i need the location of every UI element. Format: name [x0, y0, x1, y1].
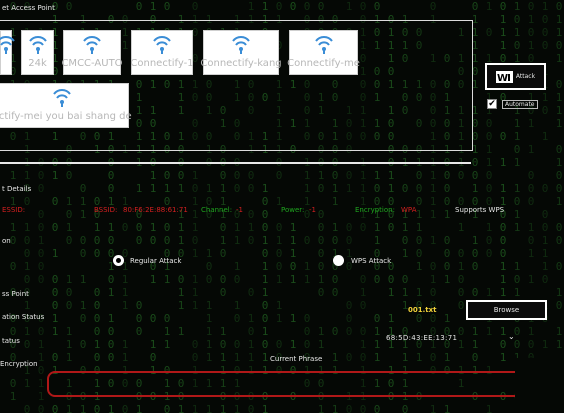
- wifi-icon: [0, 36, 15, 54]
- power-value: -1: [309, 206, 316, 214]
- wordlist-filename: 001.txt: [408, 306, 437, 314]
- wifi-icon: [83, 36, 101, 54]
- station-mac: 68:5D:43:EE:13:71: [386, 334, 458, 342]
- automate-label: Automate: [502, 100, 538, 109]
- regular-attack-label: Regular Attack: [130, 257, 182, 265]
- attack-button[interactable]: W Attack: [485, 63, 546, 90]
- wifi-icon: [314, 36, 333, 54]
- wifi-icon: [232, 36, 250, 54]
- access-point-name: nectify-mei you bai shang de: [0, 111, 132, 122]
- access-point-name: 24k: [28, 58, 47, 69]
- power-label: Power:: [281, 206, 305, 214]
- access-point-item[interactable]: Connectify-kang: [200, 30, 282, 75]
- browse-button[interactable]: Browse: [466, 300, 547, 320]
- wifi-icon: [153, 36, 171, 54]
- wifi-icon: [28, 36, 47, 54]
- section-encryption: Encryption: [0, 360, 38, 368]
- access-point-item[interactable]: Connectify-1: [130, 30, 194, 75]
- access-point-item[interactable]: [0, 30, 15, 75]
- section-access-point-title: et Access Point: [2, 4, 55, 12]
- svg-text:W: W: [497, 73, 508, 83]
- encryption-value: WPA: [401, 206, 417, 214]
- section-status: tatus: [2, 337, 20, 345]
- chevron-down-icon[interactable]: ⌄: [508, 332, 515, 341]
- matrix-column: 0 1 0 1 0 1 0 1 0 1 1 0 0 0 1 0 1 1 0 1 …: [527, 0, 535, 403]
- access-point-name: Connectify-kang: [200, 58, 282, 69]
- automate-checkbox[interactable]: ✔: [487, 99, 497, 109]
- matrix-column: 1 0 1 0 1 1 1 1 1 1 0 1 1 0 1 1 1 0 1 1 …: [513, 0, 521, 403]
- access-point-item[interactable]: nectify-mei you bai shang de: [0, 83, 132, 128]
- checkbox-icon: ✔: [488, 99, 496, 109]
- channel-label: Channel:: [201, 206, 233, 214]
- section-option-title: on: [2, 237, 11, 245]
- essid-label: ESSID:: [2, 206, 26, 214]
- access-point-item[interactable]: 24k: [21, 30, 54, 75]
- section-access-point-2: ss Point: [2, 290, 29, 298]
- matrix-column: 0 1 1 0 1 0 1 1 1 0 1 0 0 1 0 0 0 1 0 1 …: [555, 0, 563, 413]
- bssid-value: 80:F6:2E:88:61:71: [123, 206, 188, 214]
- regular-attack-radio[interactable]: [113, 255, 124, 266]
- section-station-status: ation Status: [2, 313, 45, 321]
- wifi-icon: [53, 89, 71, 107]
- window-edge: [515, 358, 564, 413]
- wifi-icon: W: [495, 70, 513, 83]
- channel-value: -1: [236, 206, 243, 214]
- encryption-label: Encryption:: [355, 206, 395, 214]
- wps-attack-radio[interactable]: [333, 255, 344, 266]
- access-point-name: Connectify-me: [287, 58, 360, 69]
- attack-button-label: Attack: [515, 73, 536, 80]
- supports-wps: Supports WPS: [455, 206, 505, 214]
- access-point-item[interactable]: CMCC-AUTO: [61, 30, 123, 75]
- access-point-name: CMCC-AUTO: [61, 58, 123, 69]
- access-point-item[interactable]: Connectify-me: [287, 30, 360, 75]
- matrix-column: 1 0 0 0 1 1 1 0 1 0 0 0 1 1 1 0 1 0 1 1 …: [541, 0, 549, 413]
- bssid-label: BSSID:: [94, 206, 118, 214]
- access-point-name: Connectify-1: [130, 58, 194, 69]
- wps-attack-label: WPS Attack: [351, 257, 392, 265]
- current-phrase-box: [47, 371, 564, 397]
- divider: [0, 162, 471, 164]
- section-target-details-title: t Details: [2, 185, 32, 193]
- current-phrase-label: Current Phrase: [270, 355, 323, 363]
